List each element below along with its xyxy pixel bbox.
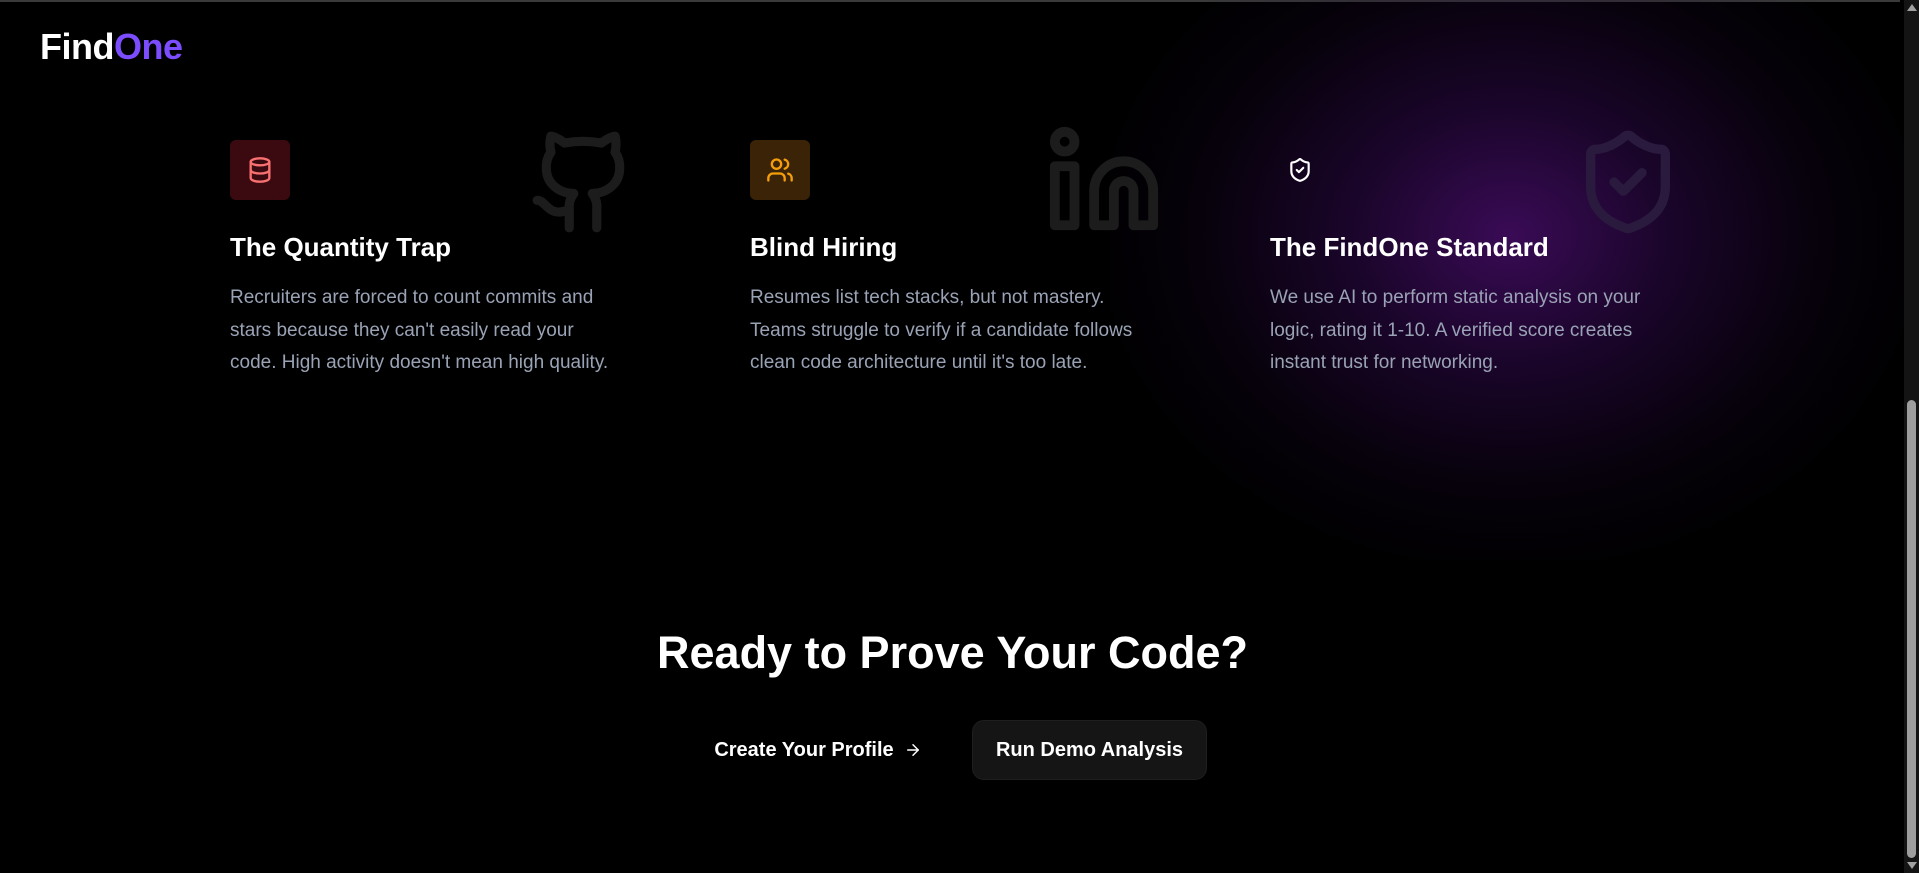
create-profile-button[interactable]: Create Your Profile — [708, 720, 928, 780]
database-icon — [249, 157, 271, 183]
feature-card-quantity-trap: The Quantity Trap Recruiters are forced … — [230, 140, 650, 373]
vertical-scrollbar[interactable] — [1904, 0, 1919, 873]
feature-icon-box — [1270, 140, 1330, 200]
window-top-border — [0, 0, 1900, 2]
feature-description: Resumes list tech stacks, but not master… — [750, 287, 1133, 373]
shield-check-icon — [1290, 158, 1310, 182]
logo-text-find: Find — [40, 26, 114, 67]
background-glow — [1110, 0, 1910, 560]
feature-card-findone-standard: The FindOne Standard We use AI to perfor… — [1270, 140, 1690, 373]
cta-heading: Ready to Prove Your Code? — [657, 627, 1248, 678]
feature-icon-box — [750, 140, 810, 200]
feature-title: The FindOne Standard — [1270, 232, 1549, 262]
feature-description: We use AI to perform static analysis on … — [1270, 287, 1641, 373]
create-profile-label: Create Your Profile — [714, 738, 894, 761]
feature-title: Blind Hiring — [750, 232, 898, 262]
run-demo-analysis-button[interactable]: Run Demo Analysis — [972, 720, 1207, 780]
scrollbar-thumb[interactable] — [1907, 400, 1916, 858]
feature-description: Recruiters are forced to count commits a… — [230, 287, 609, 373]
findone-logo[interactable]: FindOne — [40, 24, 183, 70]
run-demo-analysis-label: Run Demo Analysis — [995, 738, 1184, 761]
arrow-right-icon — [906, 744, 919, 756]
feature-icon-box — [230, 140, 290, 200]
feature-card-blind-hiring: Blind Hiring Resumes list tech stacks, b… — [750, 140, 1170, 373]
logo-text-one: One — [113, 26, 183, 67]
scroll-down-arrow-icon[interactable] — [1907, 862, 1917, 869]
feature-title: The Quantity Trap — [230, 232, 452, 262]
users-icon — [767, 158, 793, 182]
page: FindOne The Quantity Trap Recruiters are… — [0, 0, 1919, 873]
scroll-up-arrow-icon[interactable] — [1907, 4, 1917, 11]
